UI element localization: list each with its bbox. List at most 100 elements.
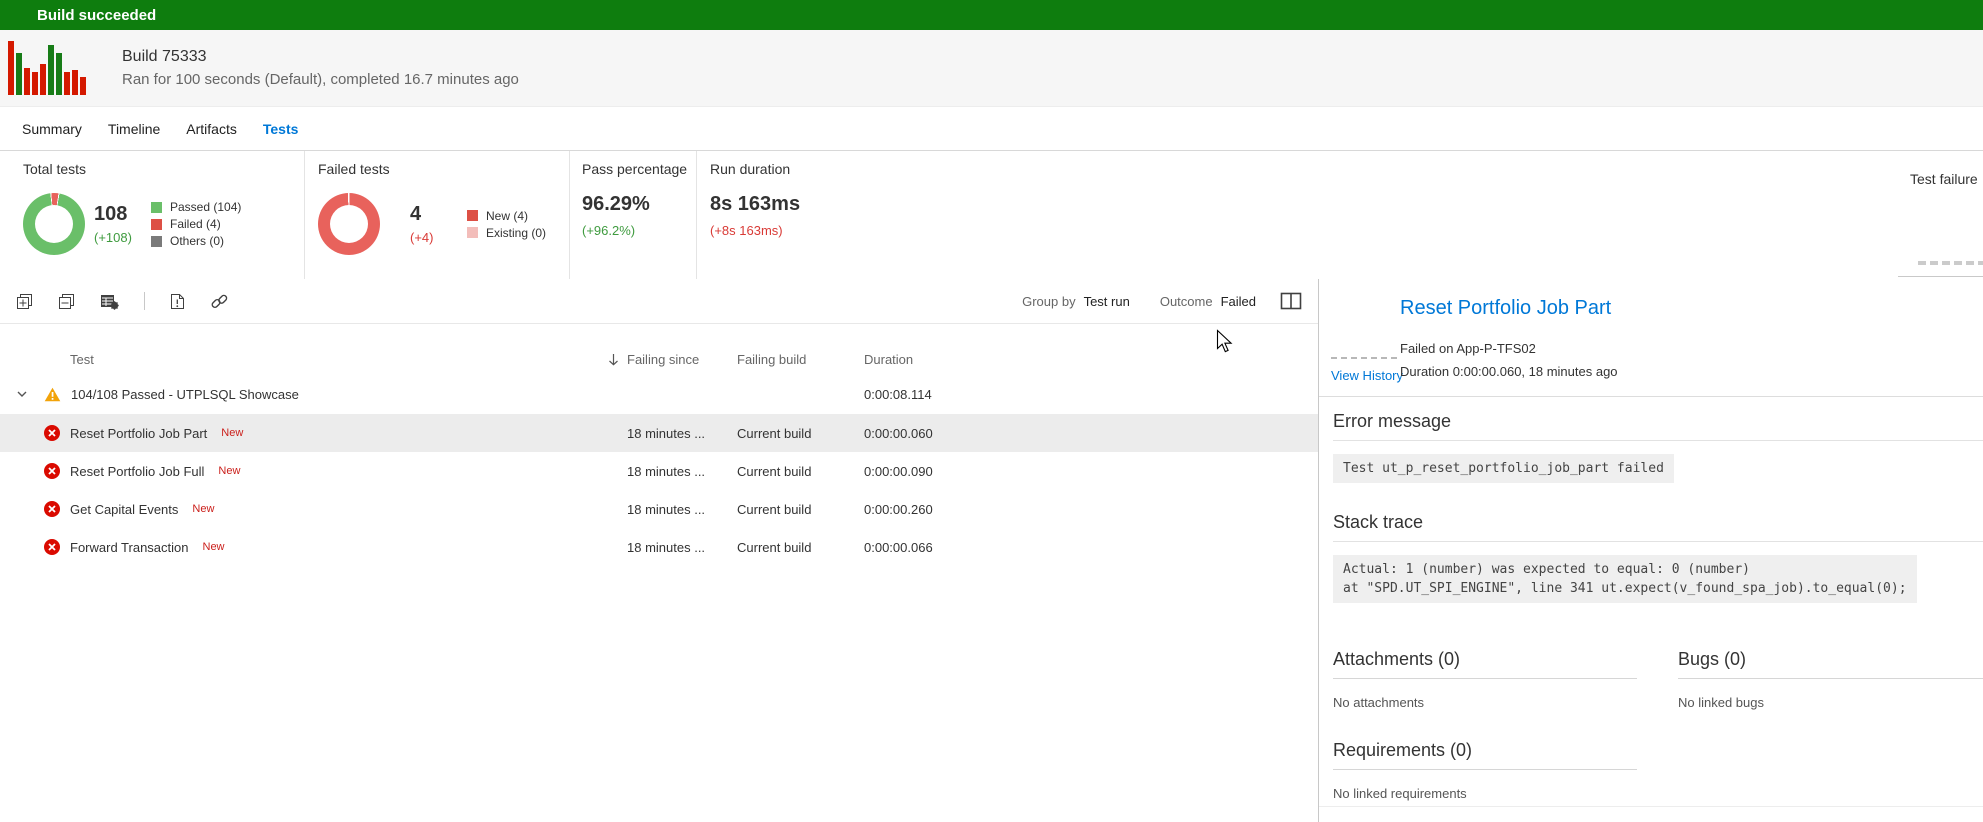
copy-link-icon[interactable] (210, 293, 229, 310)
test-group-row[interactable]: 104/108 Passed - UTPLSQL Showcase 0:00:0… (0, 374, 1318, 414)
failed-tests-delta: (+4) (410, 230, 467, 245)
links-section: Attachments (0) No attachments Bugs (0) … (1333, 635, 1983, 710)
build-header: Build 75333 Ran for 100 seconds (Default… (0, 30, 1983, 107)
test-name: Get Capital Events (70, 502, 178, 517)
test-row[interactable]: Reset Portfolio Job Part New 18 minutes ..… (0, 414, 1318, 452)
test-detail-pane: Reset Portfolio Job Part View History Fa… (1319, 279, 1983, 822)
outcome-selector[interactable]: Failed (1221, 294, 1256, 309)
legend-item: Others (0) (151, 233, 241, 250)
column-header-duration[interactable]: Duration (864, 352, 1318, 367)
stat-label: Total tests (23, 161, 304, 177)
stack-trace-text: Actual: 1 (number) was expected to equal… (1333, 555, 1917, 603)
create-bug-icon[interactable] (170, 293, 185, 310)
stack-trace-section: Stack trace Actual: 1 (number) was expec… (1333, 498, 1983, 603)
new-badge: New (221, 427, 243, 439)
pass-percentage-delta: (+96.2%) (582, 223, 696, 238)
new-badge: New (192, 503, 214, 515)
stat-failed-tests: Failed tests 4 (+4) New (4) Existing (0) (305, 151, 570, 279)
attachments-section: Attachments (0) No attachments (1333, 635, 1637, 710)
failing-build-cell: Current build (737, 540, 864, 555)
test-row[interactable]: Get Capital Events New 18 minutes ...Curre… (0, 490, 1318, 528)
test-name: Reset Portfolio Job Part (70, 426, 207, 441)
failing-build-cell: Current build (737, 464, 864, 479)
legend-swatch (467, 210, 478, 221)
history-sparkline (1331, 357, 1397, 359)
collapse-all-icon[interactable] (58, 293, 75, 310)
split-view-icon[interactable] (1280, 292, 1302, 310)
history-bar (16, 53, 22, 95)
test-name: Reset Portfolio Job Full (70, 464, 204, 479)
build-tabs: Summary Timeline Artifacts Tests (0, 107, 1983, 151)
bugs-section: Bugs (0) No linked bugs (1678, 635, 1983, 710)
stat-label: Failed tests (318, 161, 569, 177)
toolbar-filters: Group by Test run Outcome Failed (1022, 292, 1302, 310)
new-badge: New (203, 541, 225, 553)
tab-artifacts[interactable]: Artifacts (186, 121, 237, 137)
expand-all-icon[interactable] (16, 293, 33, 310)
total-tests-value: 108 (94, 203, 151, 226)
duration-cell: 0:00:00.260 (864, 502, 1318, 517)
build-title: Build 75333 (122, 48, 519, 66)
column-header-test[interactable]: Test (0, 352, 608, 367)
legend-item: Failed (4) (151, 216, 241, 233)
legend-swatch (467, 227, 478, 238)
test-row[interactable]: Forward TransactionNew18 minutes ...Curr… (0, 528, 1318, 566)
history-bar (72, 70, 78, 95)
failed-tests-value: 4 (410, 203, 467, 226)
legend-item: Passed (104) (151, 199, 241, 216)
legend-label: Passed (104) (170, 200, 241, 214)
pass-percentage-value: 96.29% (582, 193, 696, 216)
history-bar (48, 45, 54, 95)
main-split: Group by Test run Outcome Failed Test (0, 279, 1983, 822)
view-history-link[interactable]: View History (1331, 368, 1403, 383)
test-row-name-cell: Forward TransactionNew (0, 539, 608, 555)
legend-label: Failed (4) (170, 217, 221, 231)
detail-test-title[interactable]: Reset Portfolio Job Part (1400, 297, 1611, 320)
total-tests-delta: (+108) (94, 230, 151, 245)
sort-descending-icon (608, 353, 619, 366)
column-header-failing-build[interactable]: Failing build (737, 352, 864, 367)
stat-test-failures: Test failure (1910, 151, 1983, 279)
legend-item: New (4) (467, 207, 546, 224)
history-bar (40, 64, 46, 95)
column-header-failing-since[interactable]: Failing since (608, 352, 737, 367)
history-bar (32, 72, 38, 95)
failed-tests-donut (318, 193, 380, 255)
duration-cell: 0:00:00.060 (864, 426, 1318, 441)
legend-label: Others (0) (170, 234, 224, 248)
run-duration-value: 8s 163ms (710, 193, 1910, 216)
test-failures-trend-baseline (1898, 276, 1983, 277)
chevron-down-icon[interactable] (17, 390, 27, 398)
tab-timeline[interactable]: Timeline (108, 121, 160, 137)
requirements-heading: Requirements (0) (1333, 726, 1637, 770)
stat-total-tests: Total tests 108 (+108) Passed (104) Faile… (0, 151, 305, 279)
total-tests-donut (23, 193, 85, 255)
history-bar (64, 72, 70, 95)
error-message-heading: Error message (1333, 397, 1983, 441)
stat-pass-percentage: Pass percentage 96.29% (+96.2%) (570, 151, 697, 279)
duration-cell: 0:00:00.066 (864, 540, 1318, 555)
build-history-chart (8, 41, 86, 95)
tab-summary[interactable]: Summary (22, 121, 82, 137)
failing-since-cell: 18 minutes ... (608, 464, 737, 479)
test-failures-trend-dash (1918, 261, 1983, 265)
outcome-label: Outcome (1160, 294, 1213, 309)
failing-since-cell: 18 minutes ... (608, 426, 737, 441)
error-icon (44, 539, 60, 555)
build-tests-page: Build succeeded Build 75333 Ran for 100 … (0, 0, 1983, 822)
failing-build-cell: Current build (737, 502, 864, 517)
error-icon (44, 463, 60, 479)
legend-item: Existing (0) (467, 224, 546, 241)
tab-tests[interactable]: Tests (263, 121, 299, 137)
failing-since-cell: 18 minutes ... (608, 502, 737, 517)
results-table-header: Test Failing since Failing build Duratio… (0, 344, 1318, 374)
test-row-name-cell: Reset Portfolio Job FullNew (0, 463, 608, 479)
results-toolbar: Group by Test run Outcome Failed (0, 279, 1318, 324)
test-row[interactable]: Reset Portfolio Job FullNew18 minutes ..… (0, 452, 1318, 490)
stat-label: Pass percentage (582, 161, 696, 177)
column-options-icon[interactable] (100, 293, 119, 310)
detail-failed-on: Failed on App-P-TFS02 (1400, 341, 1536, 356)
detail-duration-line: Duration 0:00:00.060, 18 minutes ago (1400, 364, 1618, 379)
group-by-selector[interactable]: Test run (1084, 294, 1130, 309)
legend-label: Existing (0) (486, 226, 546, 240)
